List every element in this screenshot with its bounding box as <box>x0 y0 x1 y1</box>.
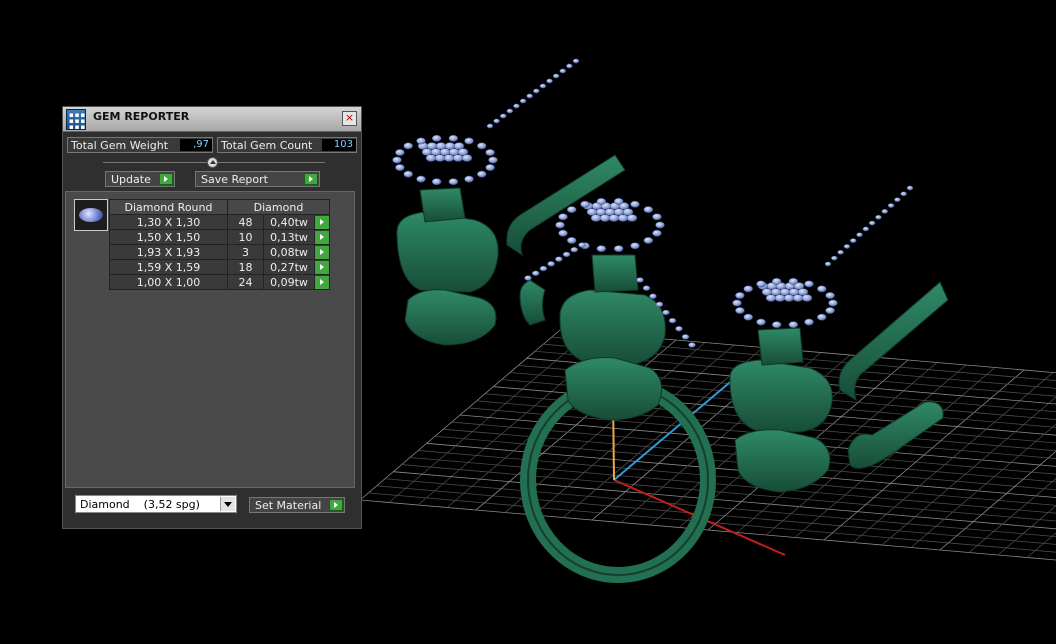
table-row[interactable]: 1,50 X 1,50 10 0,13tw <box>109 229 330 245</box>
gem-list-area: Diamond Round Diamond 1,30 X 1,30 48 0,4… <box>65 191 355 488</box>
row-select-button[interactable] <box>314 244 330 260</box>
header-shape: Diamond Round <box>109 199 228 215</box>
total-gem-weight: Total Gem Weight ,97 <box>67 137 213 153</box>
row-size: 1,93 X 1,93 <box>109 244 228 260</box>
total-count-value: 103 <box>322 139 356 151</box>
ring-models[interactable] <box>392 58 949 583</box>
save-report-label: Save Report <box>201 173 268 186</box>
play-arrow-icon[interactable] <box>329 499 343 511</box>
row-select-button[interactable] <box>314 229 330 245</box>
play-arrow-icon[interactable] <box>159 173 173 185</box>
row-size: 1,30 X 1,30 <box>109 214 228 230</box>
material-selected-value: Diamond (3,52 spg) <box>80 498 200 511</box>
set-material-button[interactable]: Set Material <box>249 497 345 513</box>
row-weight: 0,09tw <box>263 274 315 290</box>
play-arrow-icon[interactable] <box>315 215 329 229</box>
gem-reporter-app-icon: ▪▪▪ ▪▪▪ ▪▪▪ <box>66 109 86 131</box>
dropdown-arrow-icon[interactable] <box>220 497 235 511</box>
close-icon[interactable]: × <box>342 111 357 126</box>
gem-reporter-panel: ▪▪▪ ▪▪▪ ▪▪▪ GEM REPORTER × Total Gem Wei… <box>62 106 362 529</box>
model-right-exploded <box>729 281 949 493</box>
total-gem-count: Total Gem Count 103 <box>217 137 357 153</box>
row-select-button[interactable] <box>314 259 330 275</box>
row-weight: 0,27tw <box>263 259 315 275</box>
table-row[interactable]: 1,00 X 1,00 24 0,09tw <box>109 274 330 290</box>
row-count: 24 <box>227 274 264 290</box>
update-label: Update <box>111 173 151 186</box>
total-weight-label: Total Gem Weight <box>71 139 169 152</box>
slider-collapse-icon[interactable] <box>207 157 218 168</box>
row-weight: 0,13tw <box>263 229 315 245</box>
save-report-button[interactable]: Save Report <box>195 171 320 187</box>
row-count: 3 <box>227 244 264 260</box>
row-size: 1,50 X 1,50 <box>109 229 228 245</box>
play-arrow-icon[interactable] <box>315 230 329 244</box>
row-count: 18 <box>227 259 264 275</box>
table-row[interactable]: 1,30 X 1,30 48 0,40tw <box>109 214 330 230</box>
row-size: 1,00 X 1,00 <box>109 274 228 290</box>
table-header-row: Diamond Round Diamond <box>109 199 330 215</box>
row-count: 10 <box>227 229 264 245</box>
total-count-label: Total Gem Count <box>221 139 313 152</box>
play-arrow-icon[interactable] <box>315 245 329 259</box>
header-material: Diamond <box>227 199 330 215</box>
play-arrow-icon[interactable] <box>315 260 329 274</box>
material-select[interactable]: Diamond (3,52 spg) <box>75 495 237 513</box>
set-material-label: Set Material <box>255 499 322 512</box>
update-button[interactable]: Update <box>105 171 175 187</box>
row-size: 1,59 X 1,59 <box>109 259 228 275</box>
title-bar[interactable]: ▪▪▪ ▪▪▪ ▪▪▪ GEM REPORTER × <box>63 107 361 132</box>
model-center-ring <box>520 254 716 583</box>
gem-table: Diamond Round Diamond 1,30 X 1,30 48 0,4… <box>109 199 330 290</box>
play-arrow-icon[interactable] <box>315 275 329 289</box>
play-arrow-icon[interactable] <box>304 173 318 185</box>
total-weight-value: ,97 <box>180 139 212 151</box>
row-weight: 0,40tw <box>263 214 315 230</box>
row-select-button[interactable] <box>314 274 330 290</box>
gem-thumbnail-icon[interactable] <box>74 199 108 231</box>
row-count: 48 <box>227 214 264 230</box>
table-row[interactable]: 1,59 X 1,59 18 0,27tw <box>109 259 330 275</box>
row-select-button[interactable] <box>314 214 330 230</box>
row-weight: 0,08tw <box>263 244 315 260</box>
window-title: GEM REPORTER <box>93 110 190 123</box>
table-row[interactable]: 1,93 X 1,93 3 0,08tw <box>109 244 330 260</box>
